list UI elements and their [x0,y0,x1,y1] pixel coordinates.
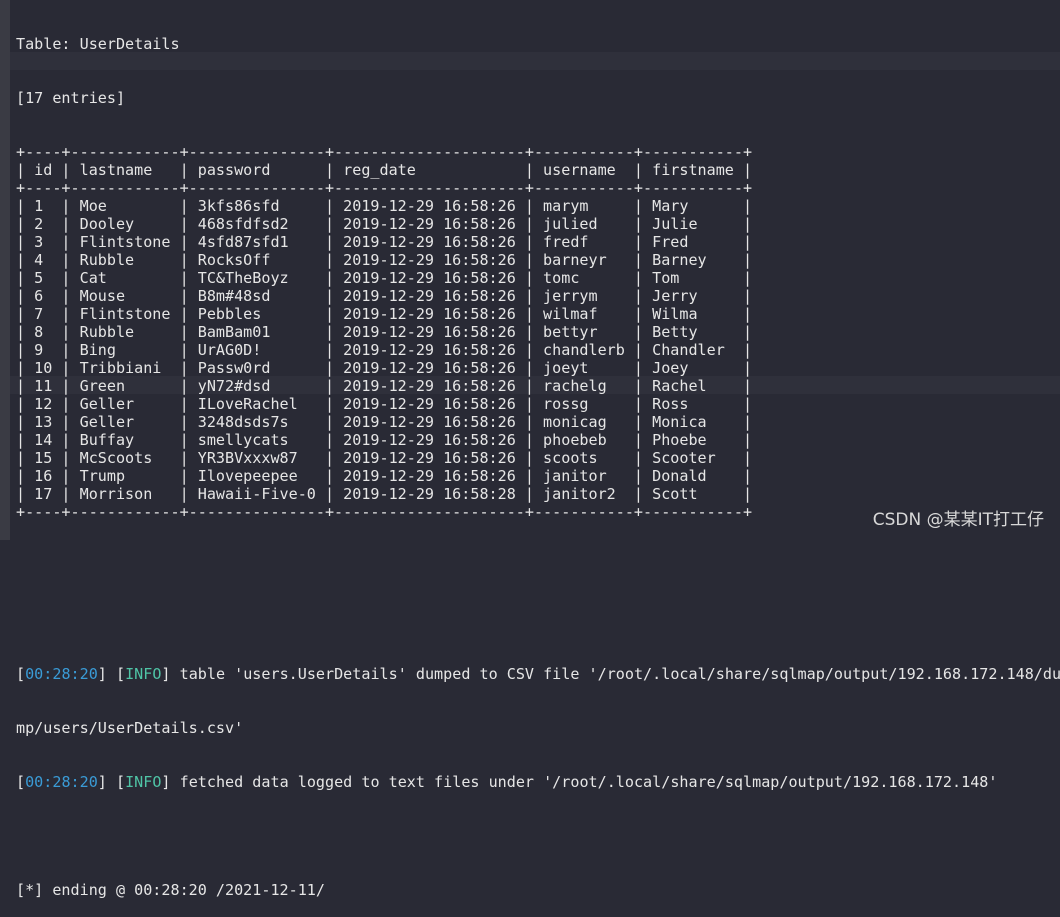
table-row: | 4 | Rubble | RocksOff | 2019-12-29 16:… [16,251,753,269]
table-row: | 9 | Bing | UrAG0D! | 2019-12-29 16:58:… [16,341,753,359]
table-row: | 5 | Cat | TC&TheBoyz | 2019-12-29 16:5… [16,269,753,287]
ending-line: [*] ending @ 00:28:20 /2021-12-11/ [16,881,325,899]
log-line-2: [00:28:20] [INFO] fetched data logged to… [16,773,998,791]
table-row: | 1 | Moe | 3kfs86sfd | 2019-12-29 16:58… [16,197,753,215]
table-row: | 6 | Mouse | B8m#48sd | 2019-12-29 16:5… [16,287,753,305]
log-message: fetched data logged to text files under … [179,773,998,791]
table-header: | id | lastname | password | reg_date | … [16,161,753,179]
timestamp: 00:28:20 [25,665,98,683]
table-row: | 3 | Flintstone | 4sfd87sfd1 | 2019-12-… [16,233,753,251]
table-row: | 11 | Green | yN72#dsd | 2019-12-29 16:… [16,377,753,395]
results-table: +----+------------+---------------+-----… [16,143,1060,521]
log-level: INFO [125,773,162,791]
table-row: | 14 | Buffay | smellycats | 2019-12-29 … [16,431,753,449]
table-row: | 7 | Flintstone | Pebbles | 2019-12-29 … [16,305,753,323]
entries-count: [17 entries] [16,89,126,107]
table-row: | 10 | Tribbiani | Passw0rd | 2019-12-29… [16,359,753,377]
watermark: CSDN @某某IT打工仔 [872,510,1044,530]
log-message: table 'users.UserDetails' dumped to CSV … [179,665,1060,683]
table-border: +----+------------+---------------+-----… [16,143,753,161]
table-row: | 2 | Dooley | 468sfdfsd2 | 2019-12-29 1… [16,215,753,233]
log-line-1: [00:28:20] [INFO] table 'users.UserDetai… [16,665,1060,683]
table-row: | 17 | Morrison | Hawaii-Five-0 | 2019-1… [16,485,753,503]
log-level: INFO [125,665,162,683]
timestamp: 00:28:20 [25,773,98,791]
table-row: | 8 | Rubble | BamBam01 | 2019-12-29 16:… [16,323,753,341]
table-border: +----+------------+---------------+-----… [16,179,753,197]
log-line-1-continued: mp/users/UserDetails.csv' [16,719,244,737]
table-row: | 13 | Geller | 3248dsds7s | 2019-12-29 … [16,413,753,431]
table-row: | 16 | Trump | Ilovepeepee | 2019-12-29 … [16,467,753,485]
table-title: Table: UserDetails [16,35,180,53]
background-window-edge [0,0,10,540]
terminal-output: Table: UserDetails [17 entries] +----+--… [16,0,1060,917]
table-row: | 12 | Geller | ILoveRachel | 2019-12-29… [16,395,753,413]
table-row: | 15 | McScoots | YR3BVxxxw87 | 2019-12-… [16,449,753,467]
